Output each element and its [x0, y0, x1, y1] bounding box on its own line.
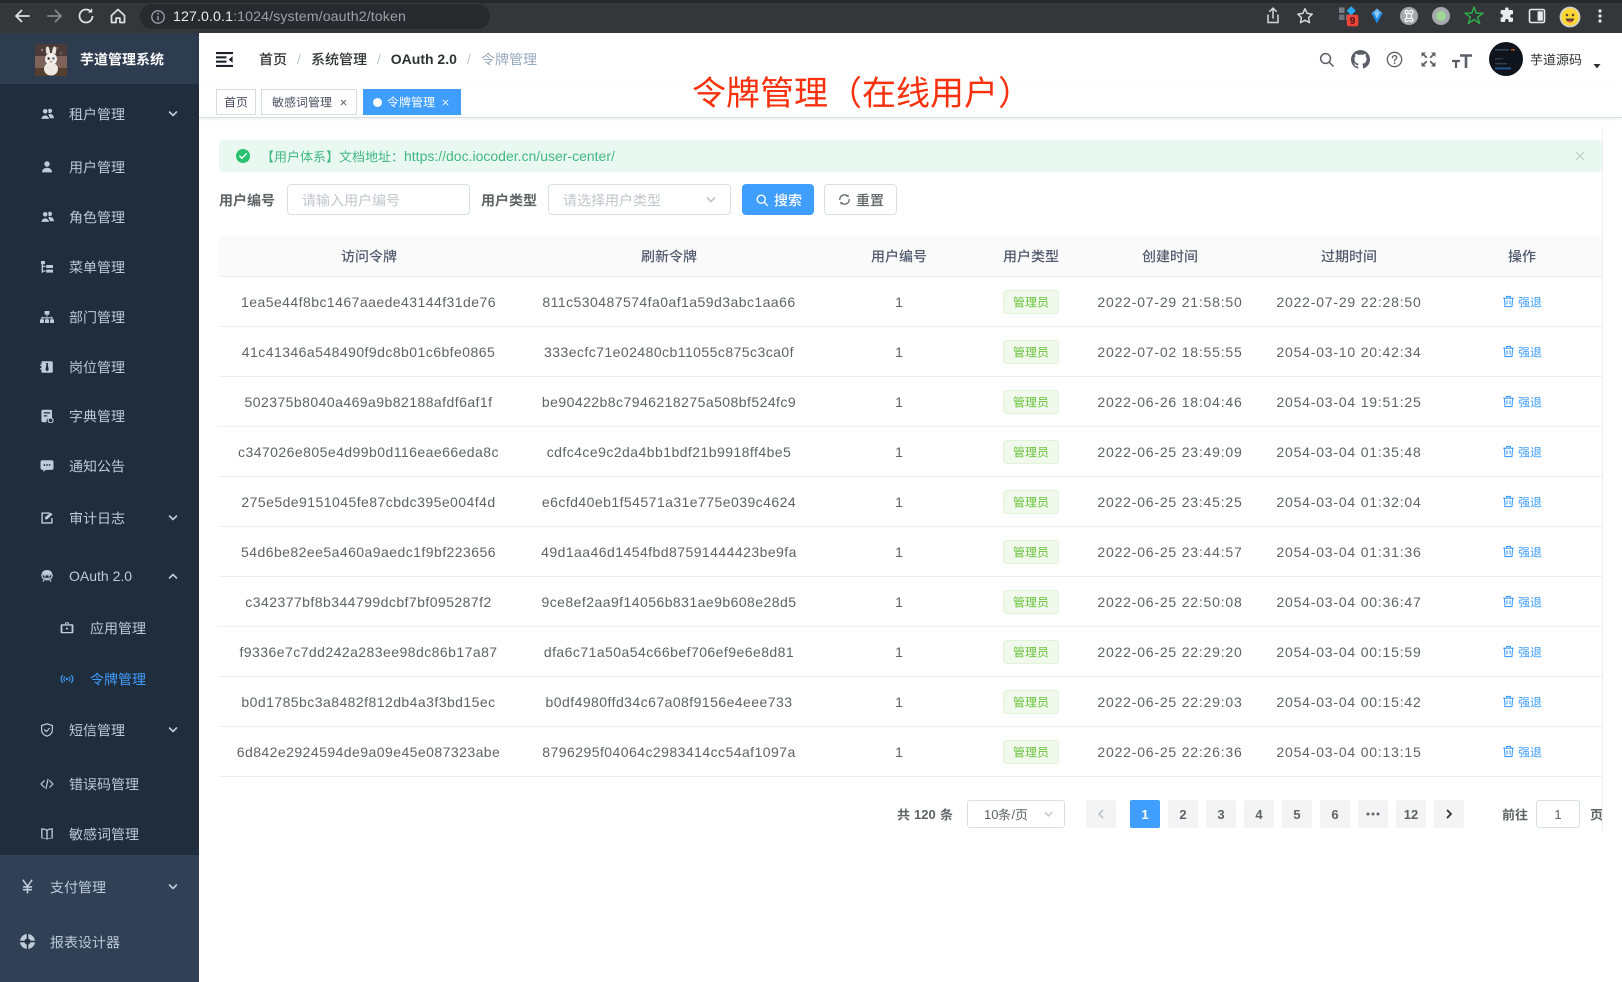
svg-text:9: 9: [1350, 16, 1356, 27]
